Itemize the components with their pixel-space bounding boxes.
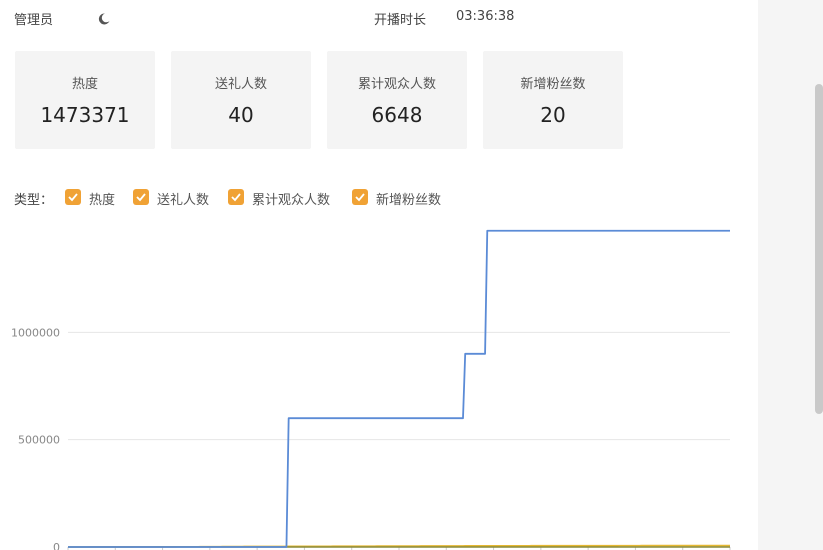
- trend-line-chart: 1000000 500000 0: [11, 229, 731, 550]
- filter-label: 送礼人数: [157, 193, 210, 208]
- stat-card-gift-senders: 送礼人数 40: [171, 51, 311, 149]
- scrollbar-thumb[interactable]: [815, 84, 823, 414]
- filter-label: 累计观众人数: [252, 193, 331, 208]
- checkbox-checked-icon[interactable]: [228, 189, 244, 205]
- stat-card-new-followers: 新增粉丝数 20: [483, 51, 623, 149]
- filter-label: 新增粉丝数: [376, 193, 442, 208]
- stat-value: 40: [228, 103, 254, 127]
- stat-value: 20: [540, 103, 566, 127]
- stat-card-heat: 热度 1473371: [15, 51, 155, 149]
- y-tick-label: 0: [53, 541, 60, 550]
- y-tick-label: 500000: [18, 434, 60, 447]
- live-duration-label: 开播时长: [374, 13, 427, 28]
- y-tick-label: 1000000: [11, 326, 60, 339]
- main-panel: 管理员 开播时长 03:36:38 热度 1473371 送礼人数 40 累计观…: [0, 0, 758, 550]
- checkbox-checked-icon[interactable]: [352, 189, 368, 205]
- stat-label: 累计观众人数: [357, 77, 436, 92]
- right-gutter: [758, 0, 823, 550]
- live-duration-value: 03:36:38: [456, 9, 515, 24]
- stat-card-total-viewers: 累计观众人数 6648: [327, 51, 467, 149]
- series-line-0: [68, 229, 730, 548]
- checkbox-checked-icon[interactable]: [133, 189, 149, 205]
- filter-title: 类型：: [14, 193, 54, 208]
- stat-label: 送礼人数: [214, 77, 267, 92]
- admin-label: 管理员: [14, 13, 54, 28]
- stat-value: 1473371: [40, 103, 130, 127]
- stat-value: 6648: [371, 103, 423, 127]
- stat-label: 新增粉丝数: [520, 77, 586, 92]
- filter-label: 热度: [89, 193, 116, 208]
- checkbox-checked-icon[interactable]: [65, 189, 81, 205]
- stat-label: 热度: [71, 77, 98, 92]
- moon-icon[interactable]: [98, 10, 110, 25]
